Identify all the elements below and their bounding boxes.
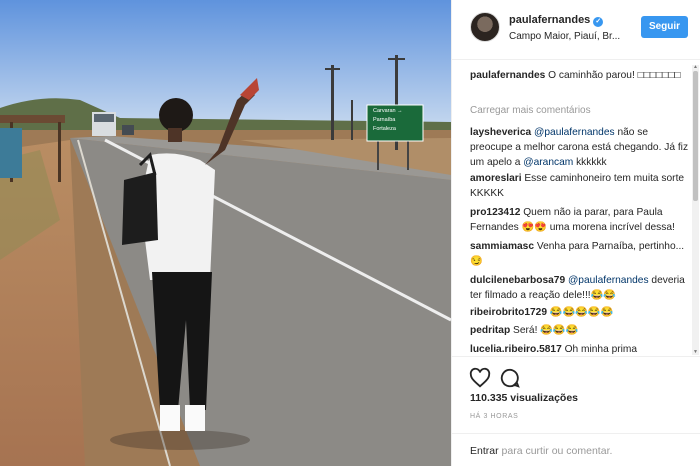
comment-mention[interactable]: @paulafernandes [568, 275, 649, 286]
heart-icon[interactable] [469, 367, 491, 389]
comments-list[interactable]: paulafernandes O caminhão parou! □□□□□□□… [452, 60, 700, 356]
post-media[interactable]: Carvaran → Parnaíba Fortaleza [0, 0, 451, 466]
comment-mention[interactable]: @paulafernandes [534, 127, 615, 138]
post-timestamp[interactable]: HÁ 3 HORAS [470, 413, 518, 420]
comment-item: ribeirobrito1729 😂😂😂😂😂 [470, 305, 692, 320]
comment-username[interactable]: lucelia.ribeiro.5817 [470, 344, 562, 355]
add-comment-bar: Entrar para curtir ou comentar. [452, 433, 700, 466]
comment-text: kkkkkk [576, 157, 607, 168]
comment-username[interactable]: amoreslari [470, 173, 522, 184]
comments-scrollbar[interactable]: ▲ ▼ [692, 65, 699, 355]
comment-item: sammiamasc Venha para Parnaíba, pertinho… [470, 239, 692, 269]
comment-username[interactable]: pedritap [470, 325, 510, 336]
road-sign-top: Carvaran → [373, 108, 403, 114]
comment-item: laysheverica @paulafernandes não se preo… [470, 125, 692, 170]
road-sign-mid: Parnaíba [373, 117, 396, 123]
comment-item: amoreslari Esse caminhoneiro tem muita s… [470, 171, 692, 201]
comment-item: lucelia.ribeiro.5817 Oh minha prima [470, 342, 692, 356]
comment-item: pro123412 Quem não ia parar, para Paula … [470, 205, 692, 235]
verified-badge-icon: ✓ [593, 17, 604, 27]
scroll-up-arrow-icon[interactable]: ▲ [692, 65, 699, 70]
views-count[interactable]: 110.335 visualizações [470, 392, 578, 404]
caption: paulafernandes O caminhão parou! □□□□□□□ [470, 68, 692, 83]
comment-username[interactable]: sammiamasc [470, 241, 534, 252]
post-location[interactable]: Campo Maior, Piauí, Br... [509, 31, 620, 42]
caption-text: O caminhão parou! □□□□□□□ [548, 70, 681, 81]
comment-icon[interactable] [499, 367, 521, 389]
post-header: paulafernandes ✓ Campo Maior, Piauí, Br..… [452, 0, 700, 60]
comment-item: pedritap Será! 😂😂😂 [470, 323, 692, 338]
comment-text: Oh minha prima [564, 344, 638, 355]
login-link[interactable]: Entrar [470, 445, 499, 457]
avatar[interactable] [470, 12, 500, 42]
author-username-text[interactable]: paulafernandes [509, 14, 590, 26]
login-prompt: Entrar para curtir ou comentar. [470, 445, 612, 457]
post-actions: 110.335 visualizações HÁ 3 HORAS Entrar … [452, 356, 700, 466]
post-photo [0, 0, 451, 466]
road-sign: Carvaran → Parnaíba Fortaleza [369, 107, 421, 139]
follow-button[interactable]: Seguir [641, 16, 688, 38]
comment-mention[interactable]: @arancam [523, 157, 573, 168]
scroll-down-arrow-icon[interactable]: ▼ [692, 350, 699, 355]
comment-username[interactable]: ribeirobrito1729 [470, 307, 547, 318]
road-sign-bottom: Fortaleza [373, 126, 396, 132]
caption-username[interactable]: paulafernandes [470, 70, 545, 81]
load-more-comments[interactable]: Carregar mais comentários [470, 105, 591, 116]
comment-username[interactable]: dulcilenebarbosa79 [470, 275, 565, 286]
comment-username[interactable]: laysheverica [470, 127, 531, 138]
author-username[interactable]: paulafernandes ✓ [509, 14, 604, 27]
login-prompt-text: para curtir ou comentar. [501, 445, 613, 457]
comment-text: 😂😂😂😂😂 [549, 307, 614, 318]
comment-text: Será! 😂😂😂 [513, 325, 579, 336]
post-panel: paulafernandes ✓ Campo Maior, Piauí, Br..… [451, 0, 700, 466]
comment-item: dulcilenebarbosa79 @paulafernandes dever… [470, 273, 692, 303]
scroll-thumb[interactable] [693, 71, 698, 201]
comment-username[interactable]: pro123412 [470, 207, 520, 218]
